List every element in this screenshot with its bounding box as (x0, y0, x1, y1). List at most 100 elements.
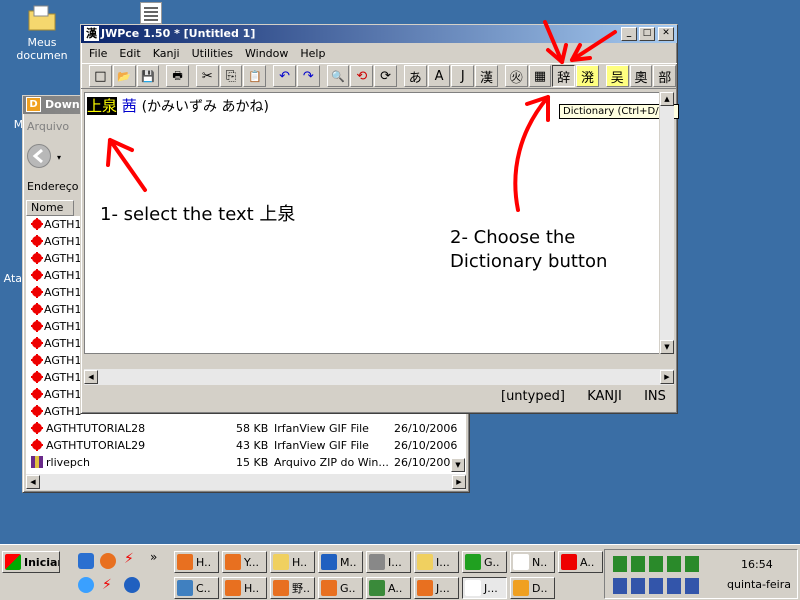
task-icon (417, 580, 433, 596)
open-file-icon[interactable]: 📂 (112, 65, 136, 87)
jwpce-app-icon: 漢 (84, 26, 99, 41)
ascii-mode-icon[interactable]: A (427, 65, 451, 87)
gif-file-icon (31, 235, 43, 247)
file-name: rlivepch (46, 456, 90, 469)
file-size: 15 KB (236, 456, 269, 469)
quicklaunch-more[interactable]: » (150, 550, 157, 564)
search-icon[interactable]: 🔍 (326, 65, 350, 87)
taskbar-button[interactable]: G.. (318, 577, 363, 599)
document-icon[interactable] (140, 2, 162, 24)
table-row[interactable]: AGTHTUTORIAL29 43 KB IrfanView GIF File 26/… (26, 437, 457, 454)
menu-window[interactable]: Window (239, 47, 294, 60)
task-icon (465, 580, 481, 596)
taskbar-button[interactable]: Y... (222, 551, 267, 573)
radical-lookup-icon[interactable]: ㊋ (504, 65, 528, 87)
folder-icon (26, 2, 58, 34)
jis-mode-icon[interactable]: J (451, 65, 475, 87)
tray-icons[interactable] (613, 556, 703, 572)
table-row[interactable]: rlivepch 15 KB Arquivo ZIP do Win... 26/10/… (26, 454, 457, 471)
taskbar-button[interactable]: N.. (510, 551, 555, 573)
annotation-step2: 2- Choose the Dictionary button (450, 227, 608, 272)
flash-icon[interactable]: ⚡ (102, 577, 112, 593)
firefox-icon[interactable] (100, 553, 116, 569)
redo-icon[interactable]: ↷ (296, 65, 320, 87)
menu-kanji[interactable]: Kanji (147, 47, 186, 60)
file-date: 26/10/2006 (394, 439, 458, 452)
hiragana-mode-icon[interactable]: あ (403, 65, 427, 87)
taskbar-button[interactable]: J... (414, 577, 459, 599)
desktop-icon-my-documents[interactable]: Meus documen (2, 2, 82, 62)
minimize-button[interactable]: _ (621, 27, 637, 41)
taskbar-button[interactable]: 野.. (270, 577, 315, 599)
jwpce-titlebar[interactable]: 漢 JWPce 1.50 * [Untitled 1] _ □ ✕ (81, 25, 677, 43)
close-button[interactable]: ✕ (658, 27, 674, 41)
desktop-icon-shortcut[interactable]: Ata (0, 272, 22, 285)
windows-logo-icon (5, 554, 21, 570)
taskbar-button[interactable]: I... (366, 551, 411, 573)
kanji-text[interactable]: 茜 (122, 97, 137, 115)
save-icon[interactable]: 💾 (136, 65, 160, 87)
menu-help[interactable]: Help (294, 47, 331, 60)
copy-icon[interactable]: ⎘ (219, 65, 243, 87)
back-icon[interactable] (27, 144, 51, 168)
taskbar-button[interactable]: D.. (510, 577, 555, 599)
editor-horizontal-scrollbar[interactable]: ◀ ▶ (84, 369, 674, 385)
table-row[interactable]: AGTHTUTORIAL28 58 KB IrfanView GIF File 26/… (26, 420, 457, 437)
file-name: AGTHTUTORIAL29 (46, 439, 146, 452)
scroll-down-button[interactable]: ▼ (451, 458, 465, 472)
translate-icon[interactable]: 奧 (629, 65, 653, 87)
taskbar-button[interactable]: H.. (174, 551, 219, 573)
taskbar-button[interactable]: J... (462, 577, 507, 599)
menu-edit[interactable]: Edit (113, 47, 146, 60)
dictionary-icon[interactable]: 辞 (552, 65, 576, 87)
taskbar-button[interactable]: C.. (174, 577, 219, 599)
maximize-button[interactable]: □ (639, 27, 655, 41)
gif-file-icon (31, 337, 43, 349)
selected-text[interactable]: 上泉 (87, 97, 118, 115)
gif-file-icon (31, 371, 43, 383)
task-icon (369, 554, 385, 570)
chevron-down-icon[interactable]: ▾ (57, 153, 61, 162)
file-name: AGTH1 (44, 337, 82, 350)
bushu-icon[interactable]: 部 (653, 65, 677, 87)
task-icon (369, 580, 385, 596)
taskbar-button[interactable]: H.. (270, 551, 315, 573)
taskbar-button[interactable]: M.. (318, 551, 363, 573)
cut-icon[interactable]: ✂ (195, 65, 219, 87)
start-button[interactable]: Iniciar (2, 551, 60, 573)
task-icon (273, 554, 289, 570)
messenger-icon[interactable] (78, 577, 94, 593)
task-icon (177, 580, 193, 596)
menu-utilities[interactable]: Utilities (186, 47, 239, 60)
kanji-mode-icon[interactable]: 漢 (475, 65, 498, 87)
clock[interactable]: 16:54 (741, 558, 773, 571)
menu-file[interactable]: File (83, 47, 113, 60)
kanji-info-icon[interactable]: 溌 (576, 65, 599, 87)
paste-icon[interactable]: 📋 (243, 65, 267, 87)
print-icon[interactable]: 🖶 (166, 65, 189, 87)
kanji-table-icon[interactable]: ▦ (528, 65, 552, 87)
undo-icon[interactable]: ↶ (273, 65, 296, 87)
search-again-icon[interactable]: ⟳ (374, 65, 397, 87)
taskbar-button[interactable]: A.. (558, 551, 603, 573)
replace-icon[interactable]: ⟲ (350, 65, 374, 87)
user-kanji-icon[interactable]: 吴 (605, 65, 629, 87)
quicklaunch-icon[interactable] (78, 553, 94, 569)
new-file-icon[interactable]: □ (89, 65, 112, 87)
tray-icons-row2[interactable] (613, 578, 703, 594)
taskbar-button[interactable]: G.. (462, 551, 507, 573)
explorer-menu-file[interactable]: Arquivo (27, 120, 69, 138)
file-name: AGTH1 (44, 303, 82, 316)
gif-file-icon (31, 388, 43, 400)
taskbar-button[interactable]: A.. (366, 577, 411, 599)
desktop-icon-label: Meus documen (16, 36, 68, 62)
editor-vertical-scrollbar[interactable]: ▲ ▼ (659, 92, 674, 354)
taskbar-button[interactable]: H.. (222, 577, 267, 599)
ie-icon[interactable] (124, 577, 140, 593)
column-header-name[interactable]: Nome (26, 200, 74, 216)
horizontal-scrollbar[interactable]: ◀ ▶ (26, 474, 466, 490)
task-icon (561, 554, 577, 570)
flash-icon[interactable]: ⚡ (124, 551, 134, 567)
gif-file-icon (31, 252, 43, 264)
taskbar-button[interactable]: I... (414, 551, 459, 573)
